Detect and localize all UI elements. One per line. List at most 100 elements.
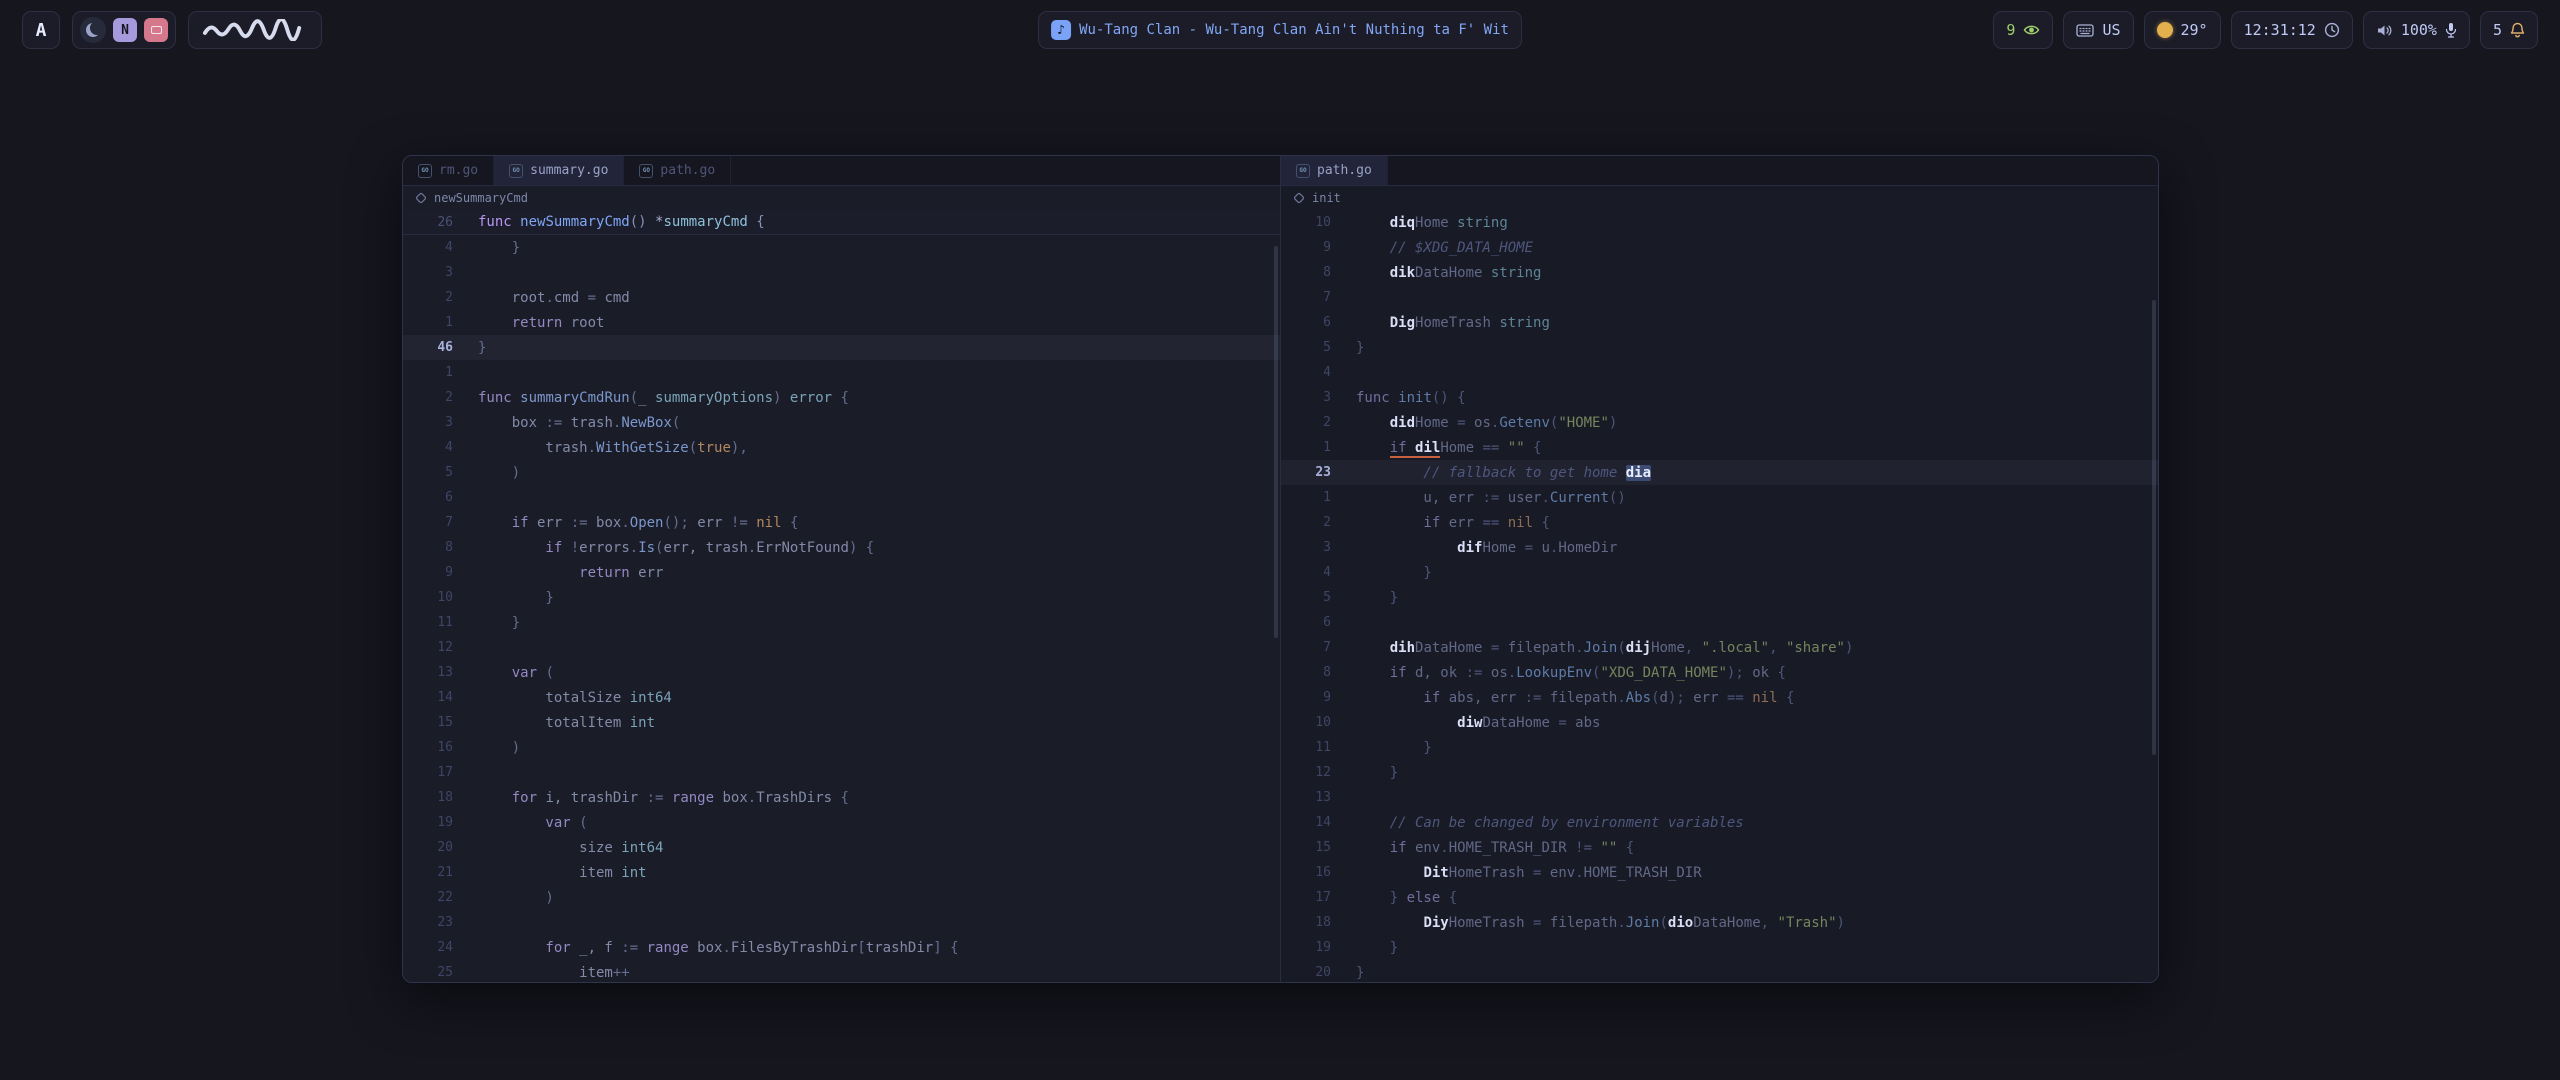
- breadcrumb-right[interactable]: init: [1281, 186, 2158, 210]
- code-line[interactable]: 19 var (: [403, 810, 1280, 835]
- clock-icon: [2324, 22, 2340, 38]
- code-line[interactable]: 7 if err := box.Open(); err != nil {: [403, 510, 1280, 535]
- code-area-right[interactable]: 10 diqHome string9 // $XDG_DATA_HOME8 di…: [1281, 210, 2158, 982]
- code-line[interactable]: 1 u, err := user.Current(): [1281, 485, 2158, 510]
- code-line[interactable]: 12 }: [1281, 760, 2158, 785]
- code-line[interactable]: 17 } else {: [1281, 885, 2158, 910]
- line-number: 3: [1281, 390, 1331, 405]
- workspace-icon-neovim[interactable]: N: [113, 18, 137, 42]
- scrollbar-right[interactable]: [2152, 300, 2156, 755]
- code-token: HomeTrash: [1449, 915, 1533, 931]
- code-line[interactable]: 4 }: [403, 235, 1280, 260]
- code-line[interactable]: 2 if err == nil {: [1281, 510, 2158, 535]
- code-line[interactable]: 11 }: [1281, 735, 2158, 760]
- code-line[interactable]: 3 box := trash.NewBox(: [403, 410, 1280, 435]
- code-line[interactable]: 1 return root: [403, 310, 1280, 335]
- clock-widget[interactable]: 12:31:12: [2231, 11, 2353, 49]
- breadcrumb-left[interactable]: newSummaryCmd: [403, 186, 1280, 210]
- code-line[interactable]: 4: [1281, 360, 2158, 385]
- code-line[interactable]: 3func init() {: [1281, 385, 2158, 410]
- code-line[interactable]: 20}: [1281, 960, 2158, 982]
- code-line[interactable]: 15 if env.HOME_TRASH_DIR != "" {: [1281, 835, 2158, 860]
- code-line[interactable]: 23: [403, 910, 1280, 935]
- media-player-widget[interactable]: ♪ Wu-Tang Clan - Wu-Tang Clan Ain't Nuth…: [1038, 11, 1522, 49]
- code-line[interactable]: 9 if abs, err := filepath.Abs(d); err ==…: [1281, 685, 2158, 710]
- code-line[interactable]: 4 }: [1281, 560, 2158, 585]
- code-line[interactable]: 24 for _, f := range box.FilesByTrashDir…: [403, 935, 1280, 960]
- symbol-icon: [1293, 192, 1305, 204]
- code-token: HOME_TRASH_DIR: [1449, 840, 1575, 856]
- code-line[interactable]: 1 if dilHome == "" {: [1281, 435, 2158, 460]
- scrollbar-left[interactable]: [1274, 246, 1278, 638]
- code-line[interactable]: 8 if d, ok := os.LookupEnv("XDG_DATA_HOM…: [1281, 660, 2158, 685]
- code-line[interactable]: 18 for i, trashDir := range box.TrashDir…: [403, 785, 1280, 810]
- code-line[interactable]: 14 // Can be changed by environment vari…: [1281, 810, 2158, 835]
- code-line[interactable]: 13 var (: [403, 660, 1280, 685]
- code-line[interactable]: 14 totalSize int64: [403, 685, 1280, 710]
- code-line[interactable]: 1: [403, 360, 1280, 385]
- code-line[interactable]: 4 trash.WithGetSize(true),: [403, 435, 1280, 460]
- notifications-widget[interactable]: 5: [2480, 11, 2538, 49]
- code-line[interactable]: 46}: [403, 335, 1280, 360]
- code-line[interactable]: 9 // $XDG_DATA_HOME: [1281, 235, 2158, 260]
- line-number: 18: [1281, 915, 1331, 930]
- code-token: i, trashDir: [537, 790, 647, 806]
- line-number: 23: [1281, 465, 1331, 480]
- volume-widget[interactable]: 100%: [2363, 11, 2470, 49]
- code-line[interactable]: 7: [1281, 285, 2158, 310]
- code-line[interactable]: 25 item++: [403, 960, 1280, 982]
- weather-widget[interactable]: 29°: [2144, 11, 2221, 49]
- code-line[interactable]: 10 }: [403, 585, 1280, 610]
- code-line[interactable]: 2func summaryCmdRun(_ summaryOptions) er…: [403, 385, 1280, 410]
- code-line[interactable]: 20 size int64: [403, 835, 1280, 860]
- code-area-left[interactable]: 4 }32 root.cmd = cmd1 return root46}12fu…: [403, 235, 1280, 982]
- code-token: .: [748, 540, 756, 556]
- code-line[interactable]: 11 }: [403, 610, 1280, 635]
- code-line[interactable]: 6 DigHomeTrash string: [1281, 310, 2158, 335]
- code-line[interactable]: 6: [403, 485, 1280, 510]
- workspace-icon-1[interactable]: [80, 17, 106, 43]
- code-line[interactable]: 16 ): [403, 735, 1280, 760]
- code-line[interactable]: 18 DiyHomeTrash = filepath.Join(dioDataH…: [1281, 910, 2158, 935]
- keyboard-layout-widget[interactable]: US: [2063, 11, 2133, 49]
- workspace-icon-mail[interactable]: [144, 18, 168, 42]
- code-line[interactable]: 17: [403, 760, 1280, 785]
- code-token: if: [1390, 440, 1407, 458]
- code-line[interactable]: 2 didHome = os.Getenv("HOME"): [1281, 410, 2158, 435]
- code-line[interactable]: 19 }: [1281, 935, 2158, 960]
- line-number: 20: [1281, 965, 1331, 980]
- code-line[interactable]: 9 return err: [403, 560, 1280, 585]
- code-line[interactable]: 5 ): [403, 460, 1280, 485]
- code-line[interactable]: 21 item int: [403, 860, 1280, 885]
- line-number: 2: [403, 390, 453, 405]
- code-line[interactable]: 22 ): [403, 885, 1280, 910]
- code-line[interactable]: 13: [1281, 785, 2158, 810]
- code-line[interactable]: 3: [403, 260, 1280, 285]
- code-line[interactable]: 16 DitHomeTrash = env.HOME_TRASH_DIR: [1281, 860, 2158, 885]
- code-line[interactable]: 8 dikDataHome string: [1281, 260, 2158, 285]
- launcher-button[interactable]: A: [22, 11, 60, 49]
- code-token: Home: [1440, 440, 1482, 456]
- code-line[interactable]: 23 // fallback to get home dia: [1281, 460, 2158, 485]
- code-line[interactable]: 5}: [1281, 335, 2158, 360]
- code-line[interactable]: 10 diqHome string: [1281, 210, 2158, 235]
- code-line[interactable]: 12: [403, 635, 1280, 660]
- updates-widget[interactable]: 9: [1993, 11, 2053, 49]
- code-line[interactable]: 10 diwDataHome = abs: [1281, 710, 2158, 735]
- code-line[interactable]: 2 root.cmd = cmd: [403, 285, 1280, 310]
- code-line[interactable]: 8 if !errors.Is(err, trash.ErrNotFound) …: [403, 535, 1280, 560]
- code-line[interactable]: 3 difHome = u.HomeDir: [1281, 535, 2158, 560]
- tab-rm.go[interactable]: GOrm.go: [403, 156, 494, 185]
- code-line[interactable]: 6: [1281, 610, 2158, 635]
- code-line[interactable]: 15 totalItem int: [403, 710, 1280, 735]
- tab-path.go[interactable]: GOpath.go: [1281, 156, 1388, 185]
- code-line[interactable]: 7 dihDataHome = filepath.Join(dijHome, "…: [1281, 635, 2158, 660]
- code-token: [1356, 415, 1390, 431]
- updates-count: 9: [2006, 21, 2015, 39]
- code-token: ErrNotFound: [756, 540, 849, 556]
- code-line[interactable]: 5 }: [1281, 585, 2158, 610]
- tab-path.go[interactable]: GOpath.go: [624, 156, 731, 185]
- code-token: err: [697, 515, 731, 531]
- tab-summary.go[interactable]: GOsummary.go: [494, 156, 624, 185]
- code-token: int64: [621, 840, 663, 856]
